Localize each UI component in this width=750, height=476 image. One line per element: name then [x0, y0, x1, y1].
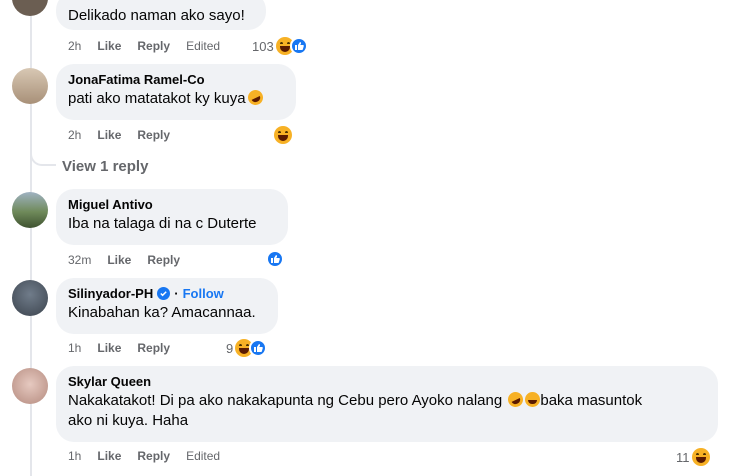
- edited-label: Edited: [186, 39, 221, 53]
- like-button[interactable]: Like: [97, 341, 121, 355]
- comment-bubble: Delikado naman ako sayo!: [56, 0, 266, 30]
- comment-text: Nakakatakot! Di pa ako nakakapunta ng Ce…: [68, 389, 706, 431]
- like-button[interactable]: Like: [97, 449, 121, 463]
- reaction-summary[interactable]: 11: [676, 448, 710, 466]
- reaction-summary[interactable]: 9: [226, 339, 268, 357]
- reply-button[interactable]: Reply: [137, 128, 170, 142]
- commenter-name-text[interactable]: Miguel Antivo: [68, 197, 153, 212]
- reaction-summary[interactable]: [266, 250, 284, 268]
- comment-bubble: Skylar Queen Nakakatakot! Di pa ako naka…: [56, 366, 718, 442]
- avatar[interactable]: [12, 68, 48, 104]
- view-replies-link[interactable]: View 1 reply: [62, 158, 148, 175]
- edited-label: Edited: [186, 449, 221, 463]
- comment-actions: 1h Like Reply Edited: [68, 449, 220, 463]
- like-button[interactable]: Like: [107, 253, 131, 267]
- avatar[interactable]: [12, 368, 48, 404]
- laughing-emoji-icon: [245, 87, 266, 108]
- reaction-count: 9: [226, 340, 234, 356]
- reply-button[interactable]: Reply: [137, 39, 170, 53]
- comment-actions: 2h Like Reply: [68, 128, 170, 142]
- commenter-name-text[interactable]: Silinyador-PH: [68, 286, 153, 301]
- reply-button[interactable]: Reply: [147, 253, 180, 267]
- reaction-summary[interactable]: 103: [252, 37, 308, 55]
- comment-bubble: Miguel Antivo Iba na talaga di na c Dute…: [56, 189, 288, 245]
- reply-button[interactable]: Reply: [137, 449, 170, 463]
- comment-text-content: pati ako matatakot ky kuya: [68, 90, 246, 107]
- separator-dot: ·: [174, 286, 179, 301]
- verified-badge-icon: [157, 287, 171, 300]
- reply-button[interactable]: Reply: [137, 341, 170, 355]
- comment-text-line1: Nakakatakot! Di pa ako nakakapunta ng Ce…: [68, 392, 503, 409]
- comment-actions: 32m Like Reply: [68, 253, 180, 267]
- reaction-count: 103: [252, 38, 274, 54]
- comment-actions: 1h Like Reply: [68, 341, 170, 355]
- comment-text: Kinabahan ka? Amacannaa.: [68, 304, 256, 321]
- commenter-name[interactable]: JonaFatima Ramel-Co: [68, 72, 284, 87]
- reaction-count: 11: [676, 449, 690, 465]
- avatar[interactable]: [12, 0, 48, 16]
- avatar[interactable]: [12, 192, 48, 228]
- follow-button[interactable]: Follow: [183, 286, 224, 301]
- commenter-name[interactable]: Miguel Antivo: [68, 197, 276, 212]
- comment-text: Delikado naman ako sayo!: [68, 7, 245, 24]
- comment-bubble: Silinyador-PH · Follow Kinabahan ka? Ama…: [56, 278, 278, 334]
- avatar[interactable]: [12, 280, 48, 316]
- laughing-emoji-icon: [505, 389, 526, 410]
- commenter-name[interactable]: Skylar Queen: [68, 374, 706, 389]
- comment-bubble: JonaFatima Ramel-Co pati ako matatakot k…: [56, 64, 296, 120]
- commenter-name[interactable]: Silinyador-PH · Follow: [68, 286, 266, 301]
- like-reaction-icon: [249, 339, 268, 357]
- comment-text: Iba na talaga di na c Duterte: [68, 215, 257, 232]
- haha-reaction-icon: [274, 126, 292, 144]
- thread-connector: [30, 140, 56, 166]
- comment-actions: 2h Like Reply Edited: [68, 39, 220, 53]
- comment-time[interactable]: 32m: [68, 253, 91, 267]
- like-reaction-icon: [266, 250, 284, 268]
- comment-text: pati ako matatakot ky kuya: [68, 87, 284, 109]
- commenter-name-text[interactable]: JonaFatima Ramel-Co: [68, 72, 205, 87]
- comment-time[interactable]: 1h: [68, 449, 81, 463]
- like-button[interactable]: Like: [97, 128, 121, 142]
- laughing-emoji-icon: [525, 392, 541, 407]
- comment-time[interactable]: 2h: [68, 128, 81, 142]
- comment-time[interactable]: 2h: [68, 39, 81, 53]
- comment-text-line1-tail: baka masuntok: [540, 392, 643, 409]
- like-reaction-icon: [289, 37, 308, 55]
- commenter-name-text[interactable]: Skylar Queen: [68, 374, 151, 389]
- like-button[interactable]: Like: [97, 39, 121, 53]
- haha-reaction-icon: [691, 448, 710, 466]
- comment-time[interactable]: 1h: [68, 341, 81, 355]
- reaction-summary[interactable]: [274, 126, 292, 144]
- comment-text-line2: ako ni kuya. Haha: [68, 412, 189, 429]
